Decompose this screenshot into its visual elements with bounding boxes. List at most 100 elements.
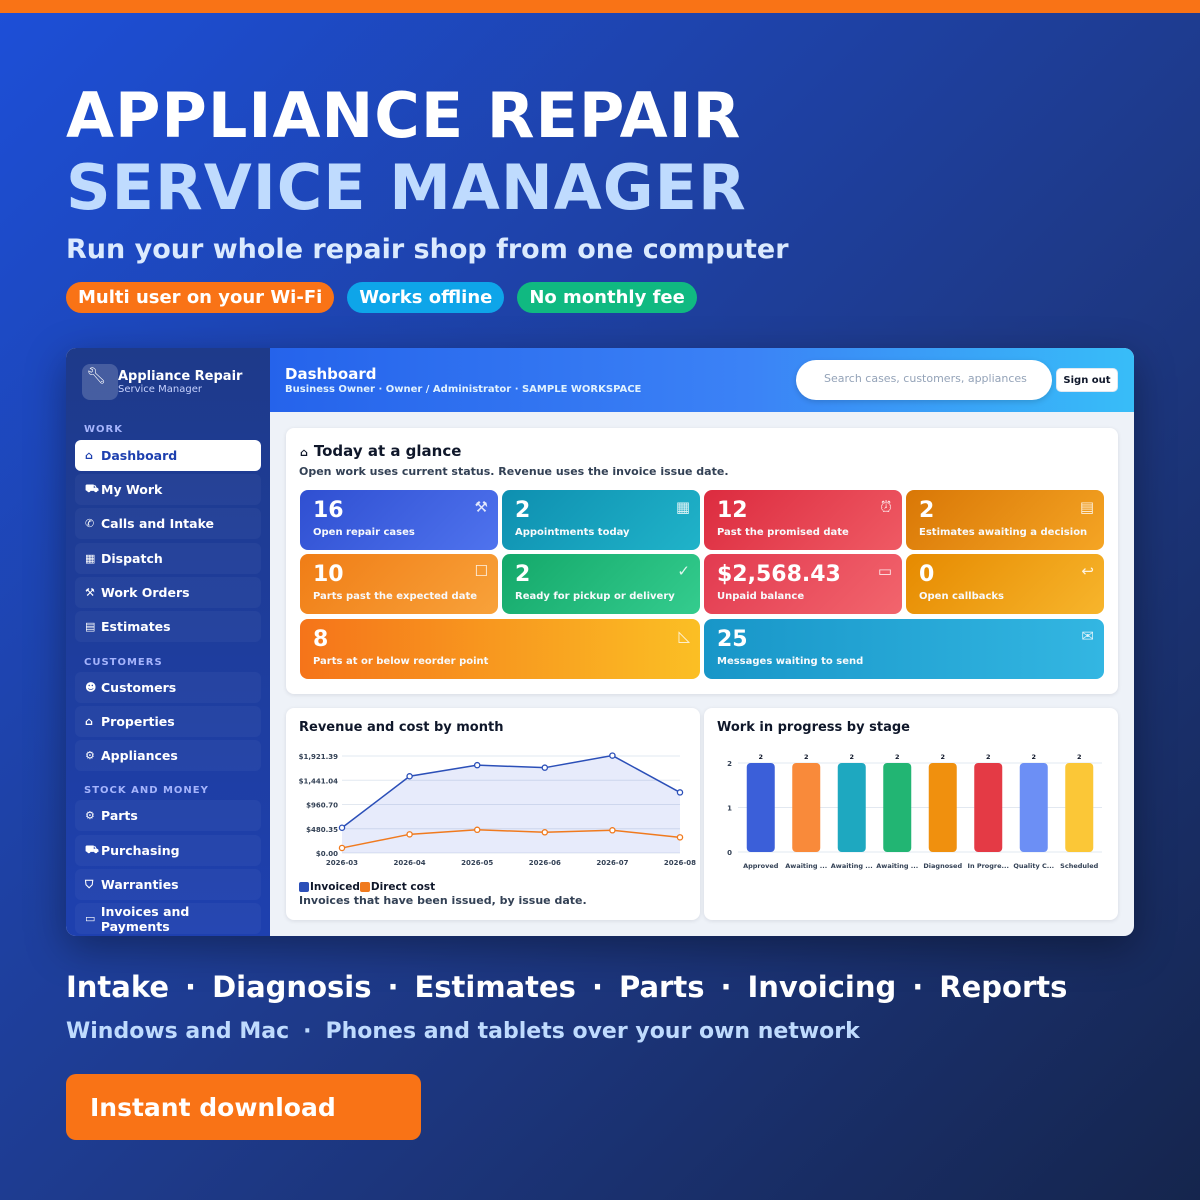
feature-estimates: Estimates: [414, 970, 576, 1004]
bar: [1019, 763, 1048, 852]
y-tick-label: 2: [727, 760, 732, 768]
today-at-a-glance: ⌂ Today at a glance Open work uses curren…: [286, 428, 1118, 694]
sidebar-item-dashboard[interactable]: ⌂ Dashboard: [75, 440, 261, 471]
y-tick-label: $480.35: [306, 826, 338, 834]
tile-parts-past-expected[interactable]: 10 Parts past the expected date ☐: [300, 554, 498, 614]
sidebar-item-label: Work Orders: [101, 585, 190, 600]
y-tick-label: $960.70: [306, 802, 338, 810]
tile-label: Unpaid balance: [717, 591, 805, 602]
tile-open-callbacks[interactable]: 0 Open callbacks ↩: [906, 554, 1104, 614]
tile-messages-waiting[interactable]: 25 Messages waiting to send ✉: [704, 619, 1104, 679]
x-tick-label: In Progre...: [968, 862, 1009, 870]
tile-value: 2: [515, 562, 531, 587]
sidebar-item-parts[interactable]: ⚙ Parts: [75, 800, 261, 831]
tile-past-promised-date[interactable]: 12 Past the promised date ⏰︎: [704, 490, 902, 550]
hero-subtitle: Run your whole repair shop from one comp…: [66, 234, 789, 265]
glance-note: Open work uses current status. Revenue u…: [299, 465, 729, 478]
wrench-icon: ⚒: [474, 498, 488, 516]
separator: ·: [387, 970, 399, 1004]
separator: ·: [303, 1019, 312, 1044]
tile-ready-for-pickup[interactable]: 2 Ready for pickup or delivery ✓: [502, 554, 700, 614]
revenue-panel: Revenue and cost by month $0.00 $480.35 $9…: [286, 708, 700, 920]
bar-value-label: 2: [1077, 753, 1082, 761]
tile-value: 12: [717, 498, 748, 523]
pill-offline: Works offline: [347, 282, 505, 313]
sidebar-item-label: Purchasing: [101, 843, 180, 858]
sidebar-item-dispatch[interactable]: ▦ Dispatch: [75, 543, 261, 574]
sign-out-button[interactable]: Sign out: [1056, 368, 1118, 392]
shield-icon: ⛉: [85, 877, 94, 891]
mail-icon: ✉: [1081, 627, 1094, 645]
brand[interactable]: 🔧︎ Appliance Repair Service Manager: [82, 364, 242, 400]
sidebar: 🔧︎ Appliance Repair Service Manager WORK…: [66, 348, 270, 936]
bar: [928, 763, 957, 852]
platform-mobile: Phones and tablets over your own network: [325, 1019, 860, 1044]
x-tick-label: 2026-03: [326, 859, 358, 867]
home-icon: ⌂: [85, 449, 93, 462]
x-tick-label: Awaiting ...: [876, 862, 918, 870]
sidebar-item-label: My Work: [101, 482, 163, 497]
tile-label: Past the promised date: [717, 527, 849, 538]
car-icon: ⛟: [85, 482, 99, 495]
sidebar-item-work-orders[interactable]: ⚒ Work Orders: [75, 577, 261, 608]
sidebar-item-label: Parts: [101, 808, 138, 823]
data-point: [406, 773, 413, 780]
platform-desktop: Windows and Mac: [66, 1019, 290, 1044]
sidebar-item-label: Estimates: [101, 619, 171, 634]
tile-label: Parts at or below reorder point: [313, 656, 489, 667]
section-work: WORK: [84, 424, 123, 435]
package-icon: ☐: [474, 562, 488, 580]
tile-value: 2: [515, 498, 531, 523]
tile-value: 8: [313, 627, 329, 652]
app-window: 🔧︎ Appliance Repair Service Manager WORK…: [66, 348, 1134, 936]
data-point: [406, 831, 413, 838]
sidebar-item-label: Dashboard: [101, 448, 178, 463]
tile-estimates-awaiting[interactable]: 2 Estimates awaiting a decision ▤: [906, 490, 1104, 550]
tile-value: 0: [919, 562, 935, 587]
page-subtitle: Business Owner · Owner / Administrator ·…: [285, 384, 642, 395]
search-box[interactable]: [796, 360, 1052, 400]
separator: ·: [912, 970, 924, 1004]
tile-unpaid-balance[interactable]: $2,568.43 Unpaid balance ▭: [704, 554, 902, 614]
gear-icon: ⚙: [85, 749, 95, 762]
sidebar-item-estimates[interactable]: ▤ Estimates: [75, 611, 261, 642]
bar-value-label: 2: [940, 753, 945, 761]
instant-download-button[interactable]: Instant download: [66, 1074, 421, 1140]
sidebar-item-appliances[interactable]: ⚙ Appliances: [75, 740, 261, 771]
brand-name: Appliance Repair: [118, 369, 243, 384]
wrench-icon: ⚒: [85, 586, 95, 599]
home-icon: ⌂: [300, 446, 308, 459]
phone-icon: ✆: [85, 517, 95, 530]
parts-icon: ⚙: [85, 809, 95, 822]
sidebar-item-my-work[interactable]: ⛟ My Work: [75, 474, 261, 505]
tile-open-repair-cases[interactable]: 16 Open repair cases ⚒: [300, 490, 498, 550]
legend-label-direct-cost: Direct cost: [370, 881, 436, 893]
sidebar-item-calls[interactable]: ✆ Calls and Intake: [75, 508, 261, 539]
bar-value-label: 2: [895, 753, 900, 761]
sidebar-item-properties[interactable]: ⌂ Properties: [75, 706, 261, 737]
page-title: Dashboard: [285, 365, 377, 383]
sidebar-item-label: Warranties: [101, 877, 179, 892]
sidebar-item-warranties[interactable]: ⛉ Warranties: [75, 869, 261, 900]
top-accent-bar: [0, 0, 1200, 13]
sidebar-item-purchasing[interactable]: ⛟ Purchasing: [75, 835, 261, 866]
bar: [837, 763, 866, 852]
y-tick-label: $1,441.04: [299, 777, 339, 785]
bar: [974, 763, 1003, 852]
legend-swatch-invoiced: [299, 882, 309, 892]
sidebar-item-invoices[interactable]: ▭ Invoices and Payments: [75, 903, 261, 934]
sidebar-item-customers[interactable]: ☻ Customers: [75, 672, 261, 703]
data-point: [541, 829, 549, 836]
tile-label: Parts past the expected date: [313, 591, 478, 602]
tile-parts-reorder[interactable]: 8 Parts at or below reorder point ◺: [300, 619, 700, 679]
tile-appointments-today[interactable]: 2 Appointments today ▦: [502, 490, 700, 550]
tile-value: 16: [313, 498, 344, 523]
card-icon: ▭: [85, 912, 96, 925]
hero-title: APPLIANCE REPAIR SERVICE MANAGER: [66, 80, 747, 224]
search-input[interactable]: [824, 372, 1052, 385]
revenue-chart: $0.00 $480.35 $960.70 $1,441.04 $1,921.39 202…: [299, 752, 696, 867]
tile-label: Appointments today: [515, 527, 630, 538]
data-point: [473, 761, 481, 769]
users-icon: ☻: [85, 681, 97, 694]
hero-title-line2: SERVICE MANAGER: [66, 151, 747, 224]
